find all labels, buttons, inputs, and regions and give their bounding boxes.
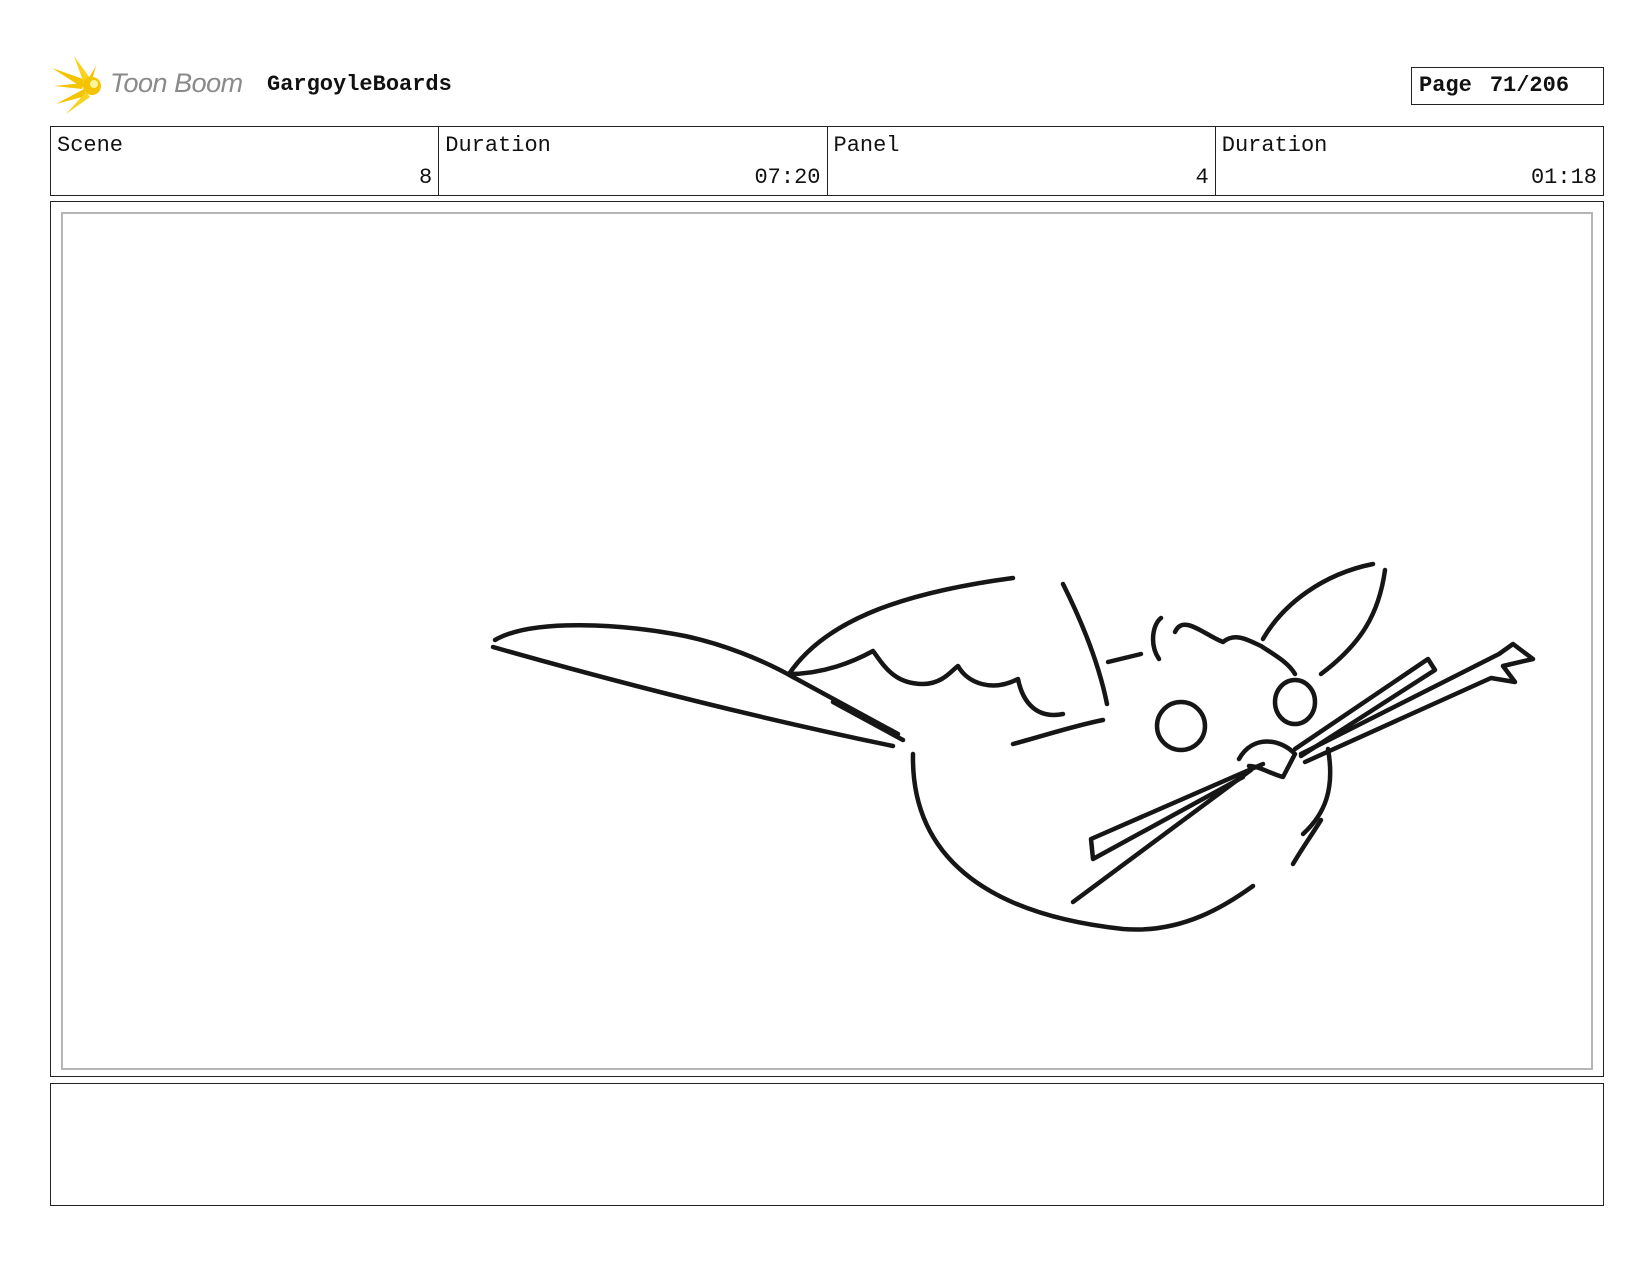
storyboard-panel-image <box>61 212 1593 1070</box>
flying-cat-sketch <box>490 561 1536 932</box>
sketch-stroke <box>786 648 1066 718</box>
sketch-stroke <box>492 623 796 680</box>
scene-value: 8 <box>419 165 433 190</box>
logo-text: Toon Boom <box>110 68 243 98</box>
panel-label: Panel <box>833 133 900 158</box>
sketch-stroke <box>786 575 1016 677</box>
storyboard-panel-frame <box>50 201 1604 1077</box>
toon-boom-star-icon <box>52 56 101 114</box>
project-title: GargoyleBoards <box>267 72 452 97</box>
sketch-stroke <box>1150 615 1164 662</box>
sketch-stroke <box>1260 561 1376 642</box>
panel-info-row: Scene 8 Duration 07:20 Panel 4 Duration … <box>50 126 1604 196</box>
sketch-stroke <box>1060 581 1110 707</box>
sketch-stroke <box>1318 567 1388 677</box>
sketch-stroke <box>910 751 1256 932</box>
page-number: 71/206 <box>1489 73 1570 98</box>
scene-label: Scene <box>57 133 124 158</box>
scene-duration-value: 07:20 <box>754 165 821 190</box>
panel-duration-value: 01:18 <box>1530 165 1597 190</box>
panel-value: 4 <box>1195 165 1209 190</box>
page-indicator: Page 71/206 <box>1411 67 1604 105</box>
scene-duration-cell: Duration 07:20 <box>439 127 828 195</box>
sketch-stroke <box>1105 651 1144 665</box>
toon-boom-logo: Toon Boom <box>52 56 252 116</box>
panel-cell: Panel 4 <box>828 127 1216 195</box>
page-header: Toon Boom GargoyleBoards Page 71/206 <box>0 0 1648 120</box>
scene-cell: Scene 8 <box>51 127 440 195</box>
sketch-stroke <box>1272 677 1318 727</box>
sketch-stroke <box>1154 699 1208 753</box>
scene-duration-label: Duration <box>445 133 551 158</box>
panel-duration-label: Duration <box>1221 133 1328 158</box>
sketch-stroke <box>1010 717 1106 747</box>
sketch-stroke <box>1290 817 1324 867</box>
page-label: Page <box>1419 73 1472 98</box>
sketch-stroke <box>1172 622 1298 677</box>
panel-duration-cell: Duration 01:18 <box>1216 127 1603 195</box>
panel-notes-box[interactable] <box>50 1083 1604 1206</box>
